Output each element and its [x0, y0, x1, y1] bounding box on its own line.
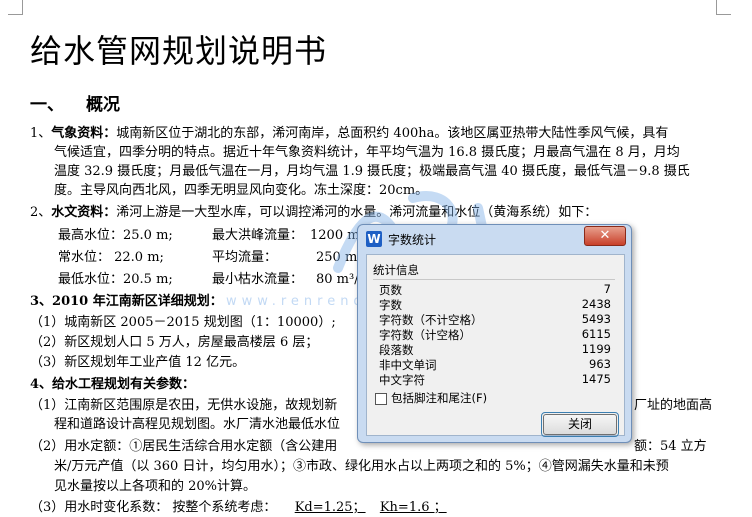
section-1-line-4: 度。主导风向西北风，四季无明显风向变化。冻土深度：20cm。 — [54, 183, 429, 198]
section-2-heading: 水文资料： — [51, 205, 117, 220]
heading-text: 概况 — [86, 95, 120, 115]
peak-flow-label: 最大洪峰流量： — [212, 228, 304, 243]
crop-mark-top-right — [716, 0, 731, 15]
kh-coefficient: Kh=1.6 ； — [379, 500, 447, 515]
avg-flow-label: 平均流量： — [212, 250, 278, 265]
section-3-item-1: （1）城南新区 2005－2015 规划图（1：10000）; — [30, 315, 336, 330]
section-1-line-3: 温度 32.9 摄氏度；月最低气温在一月，月均气温 1.9 摄氏度；极端最高气温… — [54, 164, 690, 179]
section-4-item-2-line-3: 见水量按以上各项和的 20%计算。 — [54, 479, 257, 494]
water-level-low: 最低水位：20.5 m; — [58, 272, 173, 287]
section-4-heading: 4、给水工程规划有关参数： — [30, 377, 196, 392]
stat-paragraphs: 段落数 1199 — [379, 342, 611, 357]
section-1-line-1: 1、气象资料：城南新区位于湖北的东部，浠河南岸，总面积约 400ha。该地区属亚… — [30, 126, 669, 141]
stats-group-divider — [373, 279, 615, 280]
section-2-line-1: 2、水文资料：浠河上游是一大型水库，可以调控浠河的水量。浠河流量和水位（黄海系统… — [30, 205, 598, 220]
heading-number: 一、 — [30, 95, 64, 115]
dialog-title: 字数统计 — [388, 233, 437, 247]
min-flow-value: 80 m³/ — [316, 272, 359, 287]
stat-non-chinese-words: 非中文单词 963 — [379, 357, 611, 372]
section-1-line-2: 气候适宜，四季分明的特点。据近十年气象资料统计，年平均气温为 16.8 摄氏度；… — [54, 145, 680, 160]
section-4-item-2-part-a: （2）用水定额：①居民生活综合用水定额（含公建用 — [30, 439, 338, 454]
section-heading-overview: 一、 概况 — [30, 90, 120, 115]
crop-mark-top-left — [8, 0, 23, 15]
section-1-heading: 气象资料： — [51, 126, 117, 141]
section-4-item-2-line-2: 米/万元产值（以 360 日计，均匀用水）；③市政、绿化用水占以上两项之和的 5… — [54, 459, 669, 474]
stat-chars-no-spaces: 字符数（不计空格） 5493 — [379, 312, 611, 327]
kd-coefficient: Kd=1.25； — [294, 500, 366, 515]
stats-group-label: 统计信息 — [373, 263, 419, 277]
document-page: 给水管网规划说明书 一、 概况 1、气象资料：城南新区位于湖北的东部，浠河南岸，总… — [0, 0, 752, 517]
water-level-normal: 常水位： 22.0 m; — [58, 250, 164, 265]
wps-writer-icon: W — [366, 231, 382, 247]
section-4-item-3: （3）用水时变化系数： 按整个系统考虑： Kd=1.25； Kh=1.6 ； — [30, 500, 447, 515]
section-4-item-2-part-b: 额：54 立方 — [634, 439, 707, 454]
document-title: 给水管网规划说明书 — [30, 32, 328, 70]
section-4-item-1-part-a: （1）江南新区范围原是农田，无供水设施，故规划新 — [30, 398, 338, 413]
section-4-item-1-line-2: 程和道路设计高程见规划图。水厂清水池最低水位 — [54, 417, 341, 432]
dialog-body: 统计信息 页数 7 字数 2438 字符数（不计空格） 5493 字符数（计空格… — [366, 254, 625, 437]
include-footnotes-checkbox[interactable] — [375, 393, 387, 405]
avg-flow-value: 250 m³ — [316, 250, 363, 265]
section-3-heading: 3、2010 年江南新区详细规划： — [30, 294, 223, 309]
close-icon[interactable]: ✕ — [584, 226, 626, 246]
dialog-titlebar[interactable]: W 字数统计 ✕ — [358, 225, 631, 253]
water-level-high: 最高水位：25.0 m; — [58, 228, 173, 243]
min-flow-label: 最小枯水流量： — [212, 272, 304, 287]
word-count-dialog: W 字数统计 ✕ 统计信息 页数 7 字数 2438 字符数（不计空格） 549… — [357, 224, 632, 443]
stat-words: 字数 2438 — [379, 297, 611, 312]
stat-chars-with-spaces: 字符数（计空格） 6115 — [379, 327, 611, 342]
section-3-item-2: （2）新区规划人口 5 万人，房屋最高楼层 6 层； — [30, 335, 319, 350]
stat-chinese-chars: 中文字符 1475 — [379, 372, 611, 387]
section-4-item-1-part-b: 厂址的地面高 — [634, 398, 713, 413]
stat-pages: 页数 7 — [379, 282, 611, 297]
close-button[interactable]: 关闭 — [543, 414, 617, 435]
include-footnotes-label[interactable]: 包括脚注和尾注(F) — [391, 390, 487, 406]
section-3-item-3: （3）新区规划年工业产值 12 亿元。 — [30, 355, 246, 370]
